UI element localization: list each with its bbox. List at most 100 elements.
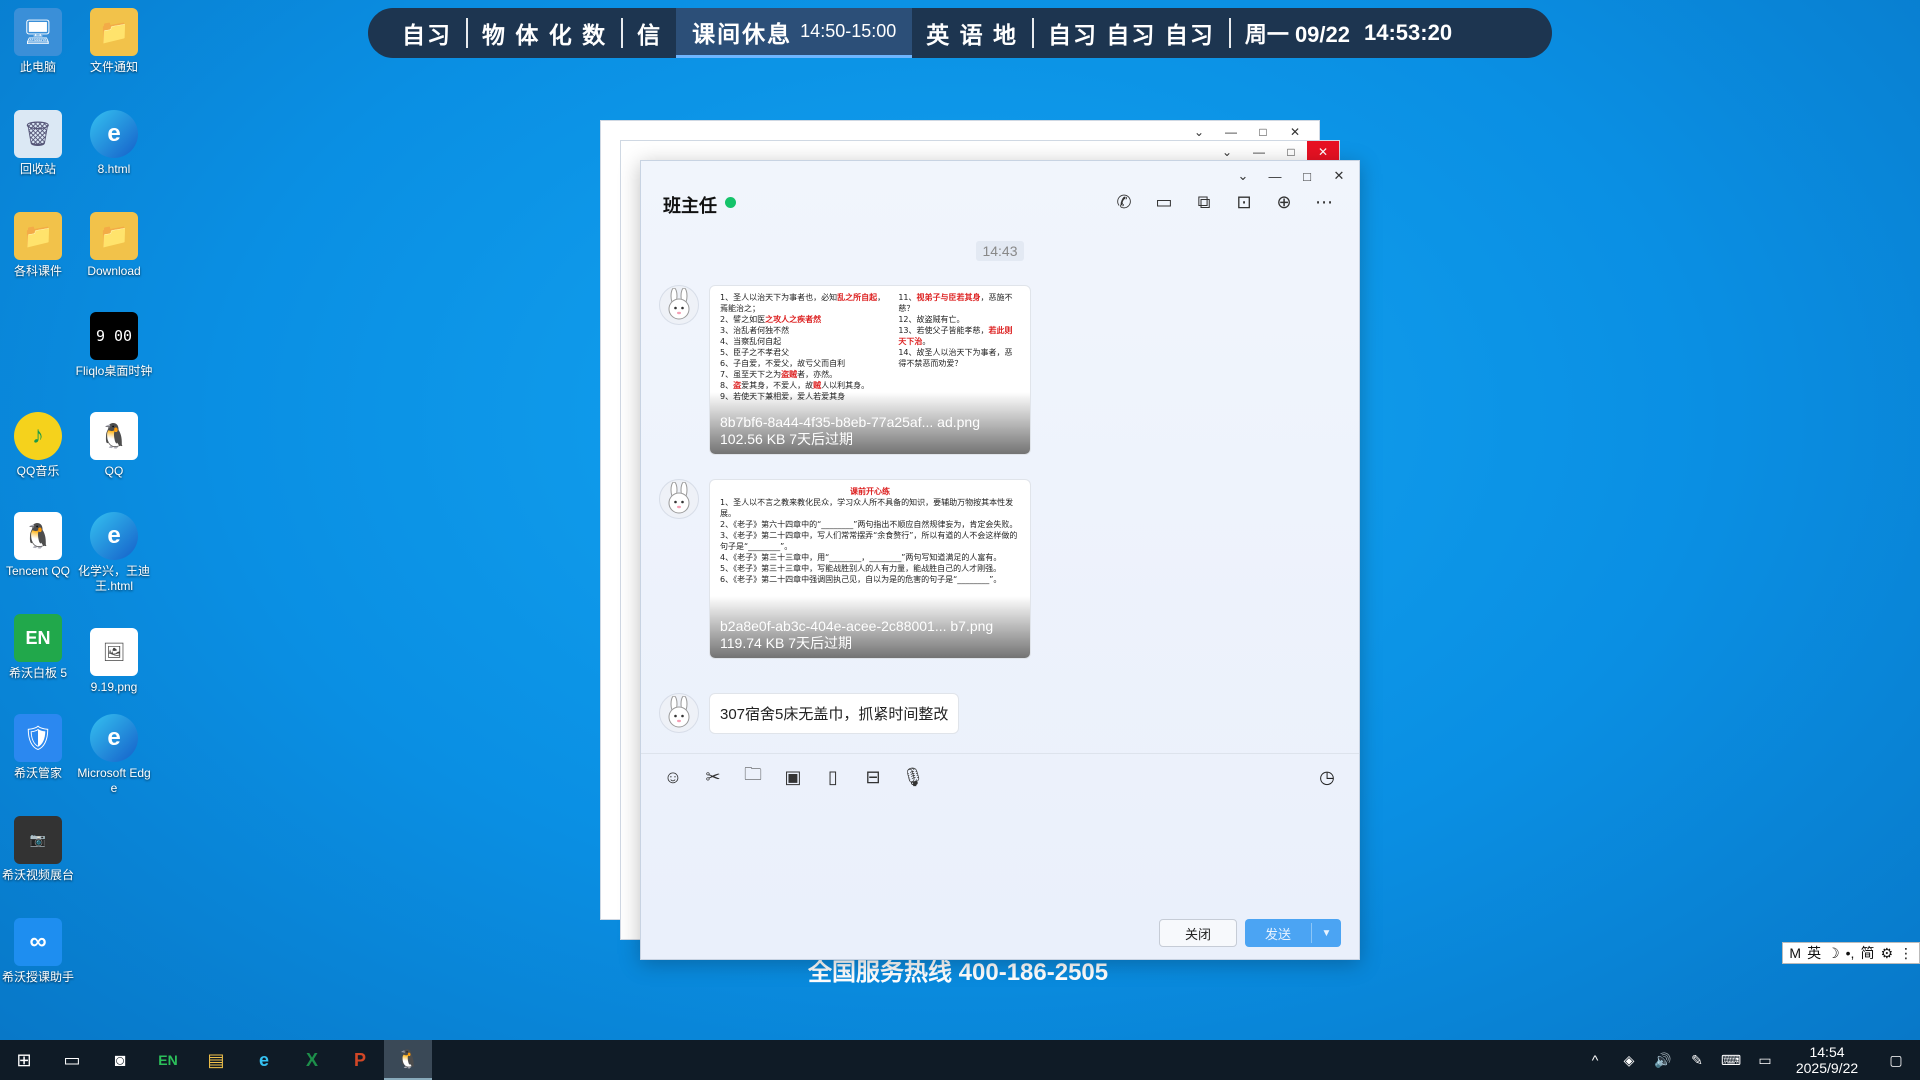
edge-app-icon[interactable]: e [240, 1040, 288, 1080]
seewo-manager-icon[interactable]: 🛡 希沃管家 [0, 714, 78, 781]
whiteboard-icon[interactable]: EN 希沃白板 5 [0, 614, 78, 681]
seewo-link-icon[interactable]: ∞ 希沃授课助手 [0, 918, 78, 985]
red-packet-icon[interactable]: ⊟ [859, 763, 887, 791]
task-view-icon[interactable]: ▭ [48, 1040, 96, 1080]
ime-punct-icon[interactable]: •, [1846, 945, 1855, 961]
folder-icon: 📁 [90, 212, 138, 260]
qq-app-icon[interactable]: 🐧 [384, 1040, 432, 1080]
edge-8-html-icon[interactable]: e 8.html [74, 110, 154, 177]
powerpoint-icon[interactable]: P [336, 1040, 384, 1080]
phone-icon[interactable]: ✆ [1111, 189, 1137, 215]
schedule-slot: 自习 自习 自习 [1048, 22, 1215, 48]
display-icon[interactable]: ▭ [1748, 1052, 1782, 1069]
ime-language[interactable]: 英 [1807, 943, 1821, 963]
image-preview: 1、圣人以治天下为事者也，必知乱之所自起，焉能治之； 2、譬之如医之攻人之疾者然… [720, 293, 1013, 401]
folder-icon: 📁 [14, 212, 62, 260]
window-controls: ⌄ — □ ✕ [1227, 165, 1355, 187]
camera-app-icon[interactable]: ◙ [96, 1040, 144, 1080]
schedule-slot: 英 语 地 [926, 22, 1019, 48]
chem-html-icon[interactable]: e 化学兴，王迪王.html [74, 512, 154, 594]
send-button[interactable]: 发送 ▼ [1245, 919, 1341, 947]
security-shield-icon[interactable]: ◈ [1612, 1052, 1646, 1069]
tencent-qq-icon[interactable]: 🐧 Tencent QQ [0, 512, 78, 579]
folder-icon[interactable]: 🗀 [739, 763, 767, 791]
schedule-slot: 信 [637, 22, 663, 48]
current-period: 课间休息 14:50-15:00 [676, 8, 913, 58]
this-pc-icon[interactable]: 🖥 此电脑 [0, 8, 78, 75]
fliqlo-icon[interactable]: 9 00 Fliqlo桌面时钟 [74, 312, 154, 379]
history-clock-icon[interactable]: ◷ [1313, 763, 1341, 791]
chat-header: 班主任 ⌄ — □ ✕ ✆ ▭ ⧉ ⊡ ⊕ ⋯ [641, 161, 1359, 231]
file-notice-icon[interactable]: 📁 文件通知 [74, 8, 154, 75]
excel-icon[interactable]: X [288, 1040, 336, 1080]
avatar[interactable] [659, 693, 699, 733]
notification-icon[interactable]: ▢ [1872, 1052, 1920, 1069]
recycle-bin-icon[interactable]: 🗑 回收站 [0, 110, 78, 177]
rabbit-avatar-icon [668, 482, 690, 514]
image-message[interactable]: 课前开心练 1、圣人以不言之教来教化民众，学习众人所不具备的知识，要辅助万物按其… [709, 479, 1031, 659]
ime-toolbar[interactable]: M 英 ☽ •, 简 ⚙ ⋮ [1782, 942, 1920, 964]
input-toolbar: ☺ ✂ 🗀 ▣ ▯ ⊟ 🎙 [659, 763, 927, 791]
schedule-slot: 自习 [402, 22, 452, 48]
chevron-down-icon[interactable]: ⌄ [1227, 165, 1259, 187]
start-windows-icon[interactable]: ⊞ [0, 1040, 48, 1080]
chat-title: 班主任 [663, 196, 717, 216]
chevron-up-icon[interactable]: ^ [1578, 1052, 1612, 1068]
file-meta: 102.56 KB 7天后过期 [720, 431, 854, 447]
seewo-camera-icon[interactable]: 📷 希沃视频展台 [0, 816, 78, 883]
avatar[interactable] [659, 285, 699, 325]
folder-warning-icon: 📁 [90, 8, 138, 56]
chevron-down-icon[interactable]: ▼ [1311, 923, 1341, 943]
courseware-folder-icon[interactable]: 📁 各科课件 [0, 212, 78, 279]
remote-assist-icon[interactable]: ⊡ [1231, 189, 1257, 215]
computer-icon: 🖥 [14, 8, 62, 56]
pen-icon[interactable]: ✎ [1680, 1052, 1714, 1069]
screen-share-icon[interactable]: ⧉ [1191, 189, 1217, 215]
edge-icon: e [90, 714, 138, 762]
add-member-icon[interactable]: ⊕ [1271, 189, 1297, 215]
microsoft-edge-icon[interactable]: e Microsoft Edge [74, 714, 154, 796]
shake-icon[interactable]: ▯ [819, 763, 847, 791]
image-icon[interactable]: ▣ [779, 763, 807, 791]
keyboard-icon[interactable]: ⌨ [1714, 1052, 1748, 1069]
volume-icon[interactable]: 🔊 [1646, 1052, 1680, 1069]
chat-window[interactable]: 班主任 ⌄ — □ ✕ ✆ ▭ ⧉ ⊡ ⊕ ⋯ 14:43 1、圣人以治天下为事… [640, 160, 1360, 960]
schedule-divider [1032, 18, 1035, 48]
taskbar-date: 2025/9/22 [1795, 1060, 1859, 1076]
more-icon[interactable]: ⋯ [1311, 189, 1337, 215]
emoji-icon[interactable]: ☺ [659, 763, 687, 791]
whiteboard-app-icon[interactable]: EN [144, 1040, 192, 1080]
ime-logo-icon[interactable]: M [1789, 945, 1801, 961]
text-message[interactable]: 307宿舍5床无盖巾，抓紧时间整改 [709, 693, 960, 734]
maximize-icon[interactable]: □ [1291, 165, 1323, 187]
edge-icon: e [90, 110, 138, 158]
close-button[interactable]: 关闭 [1159, 919, 1237, 947]
file-explorer-icon[interactable]: ▤ [192, 1040, 240, 1080]
schedule-clock: 14:53:20 [1364, 20, 1453, 45]
qq-music-icon[interactable]: ♪ QQ音乐 [0, 412, 78, 479]
avatar[interactable] [659, 479, 699, 519]
file-name: 8b7bf6-8a44-4f35-b8eb-77a25af... ad.png [720, 414, 980, 430]
online-status-dot [725, 197, 736, 208]
download-folder-icon[interactable]: 📁 Download [74, 212, 154, 279]
ime-simplified[interactable]: 简 [1860, 943, 1874, 963]
close-icon[interactable]: ✕ [1323, 165, 1355, 187]
penguin-icon: 🐧 [90, 412, 138, 460]
ime-more-icon[interactable]: ⋮ [1899, 945, 1913, 962]
microphone-icon[interactable]: 🎙 [899, 763, 927, 791]
gear-icon[interactable]: ⚙ [1880, 945, 1893, 962]
taskbar: ⊞ ▭ ◙ EN ▤ e X P 🐧 ^ ◈ 🔊 ✎ ⌨ ▭ 14:54 202… [0, 1040, 1920, 1080]
png-file-icon[interactable]: 🖼 9.19.png [74, 628, 154, 695]
image-message[interactable]: 1、圣人以治天下为事者也，必知乱之所自起，焉能治之； 2、譬之如医之攻人之疾者然… [709, 285, 1031, 455]
ime-moon-icon[interactable]: ☽ [1827, 945, 1840, 962]
message-list[interactable]: 14:43 1、圣人以治天下为事者也，必知乱之所自起，焉能治之； 2、譬之如医之… [641, 231, 1359, 753]
video-call-icon[interactable]: ▭ [1151, 189, 1177, 215]
clock-icon: 9 00 [90, 312, 138, 360]
shield-icon: 🛡 [14, 714, 62, 762]
minimize-icon[interactable]: — [1259, 165, 1291, 187]
schedule-divider [1228, 18, 1231, 48]
screenshot-scissors-icon[interactable]: ✂ [699, 763, 727, 791]
qq-icon[interactable]: 🐧 QQ [74, 412, 154, 479]
message-input[interactable] [661, 801, 1339, 911]
taskbar-clock[interactable]: 14:54 2025/9/22 [1782, 1044, 1872, 1076]
